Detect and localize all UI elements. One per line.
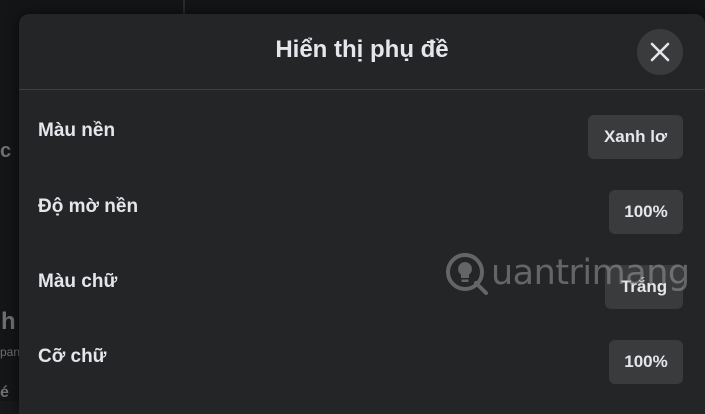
background-text-fragment: é: [0, 384, 9, 401]
text-size-button[interactable]: 100%: [609, 340, 683, 384]
watermark-text: uantrimang: [491, 253, 690, 293]
watermark: uantrimang: [443, 249, 690, 297]
dialog-title: Hiển thị phụ đề: [275, 36, 449, 63]
background-text-fragment: c: [0, 140, 12, 162]
background-text-fragment: h: [1, 308, 16, 335]
close-x-icon: [650, 42, 670, 62]
close-button[interactable]: [637, 29, 683, 75]
caption-display-dialog: Hiển thị phụ đề Màu nền Xanh lơ Độ mờ nề…: [19, 14, 705, 414]
header-divider: [19, 89, 705, 90]
text-color-label: Màu chữ: [38, 271, 118, 292]
text-size-label: Cỡ chữ: [38, 346, 107, 367]
background-divider: [183, 0, 185, 14]
background-opacity-button[interactable]: 100%: [609, 190, 683, 234]
lightbulb-q-icon: [446, 253, 488, 295]
background-opacity-label: Độ mờ nền: [38, 196, 139, 217]
background-text-fragment: pan: [0, 345, 21, 359]
background-color-button[interactable]: Xanh lơ: [588, 115, 683, 159]
background-color-label: Màu nền: [38, 120, 116, 141]
